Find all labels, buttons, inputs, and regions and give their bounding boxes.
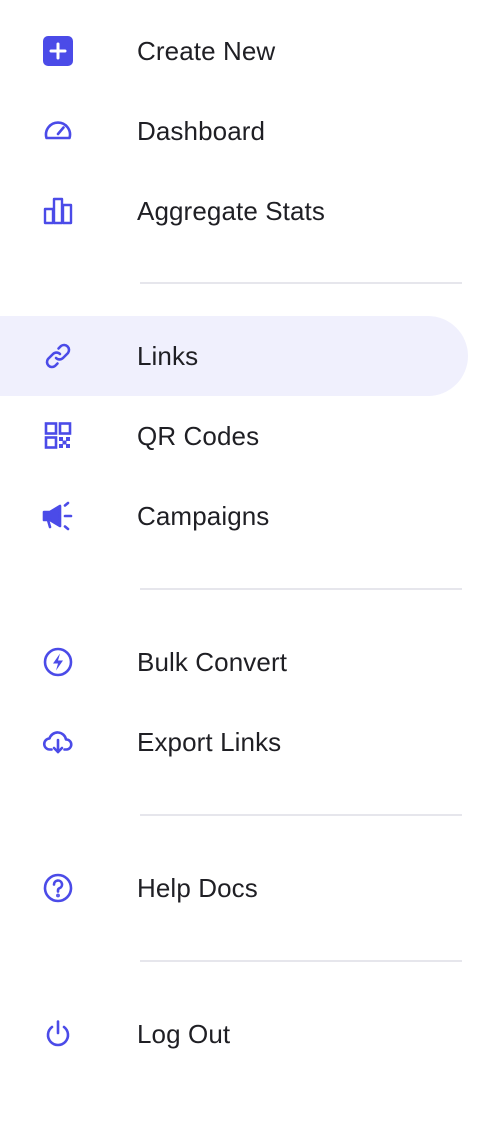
plus-square-icon	[42, 35, 74, 67]
menu-divider	[140, 588, 462, 590]
sidebar-item-label: Aggregate Stats	[137, 196, 325, 226]
sidebar-item-label: Dashboard	[137, 116, 266, 146]
sidebar-item-links[interactable]: Links	[0, 316, 468, 396]
sidebar-item-campaigns[interactable]: Campaigns	[0, 476, 468, 556]
question-circle-icon	[42, 872, 74, 904]
sidebar-item-label: QR Codes	[137, 421, 260, 451]
menu-divider	[140, 282, 462, 284]
sidebar-item-label: Create New	[137, 36, 276, 66]
sidebar-item-label: Help Docs	[137, 873, 258, 903]
sidebar-item-qr-codes[interactable]: QR Codes	[0, 396, 468, 476]
cloud-download-icon	[42, 726, 74, 758]
sidebar-item-label: Log Out	[137, 1019, 231, 1049]
lightning-icon	[42, 646, 74, 678]
sidebar-item-export-links[interactable]: Export Links	[0, 702, 468, 782]
sidebar-item-help-docs[interactable]: Help Docs	[0, 848, 468, 928]
sidebar-menu: Create New Dashboard Aggregate Stats Lin…	[0, 0, 490, 1128]
link-icon	[42, 340, 74, 372]
megaphone-icon	[42, 500, 74, 532]
sidebar-item-label: Links	[137, 341, 199, 371]
sidebar-item-label: Campaigns	[137, 501, 270, 531]
sidebar-item-label: Bulk Convert	[137, 647, 288, 677]
bar-chart-icon	[42, 195, 74, 227]
power-icon	[42, 1018, 74, 1050]
sidebar-item-aggregate-stats[interactable]: Aggregate Stats	[0, 171, 468, 251]
sidebar-item-log-out[interactable]: Log Out	[0, 994, 468, 1074]
sidebar-item-create-new[interactable]: Create New	[0, 11, 468, 91]
sidebar-item-bulk-convert[interactable]: Bulk Convert	[0, 622, 468, 702]
menu-divider	[140, 814, 462, 816]
sidebar-item-label: Export Links	[137, 727, 282, 757]
sidebar-item-dashboard[interactable]: Dashboard	[0, 91, 468, 171]
menu-divider	[140, 960, 462, 962]
speedometer-icon	[42, 115, 74, 147]
qr-code-icon	[42, 420, 74, 452]
